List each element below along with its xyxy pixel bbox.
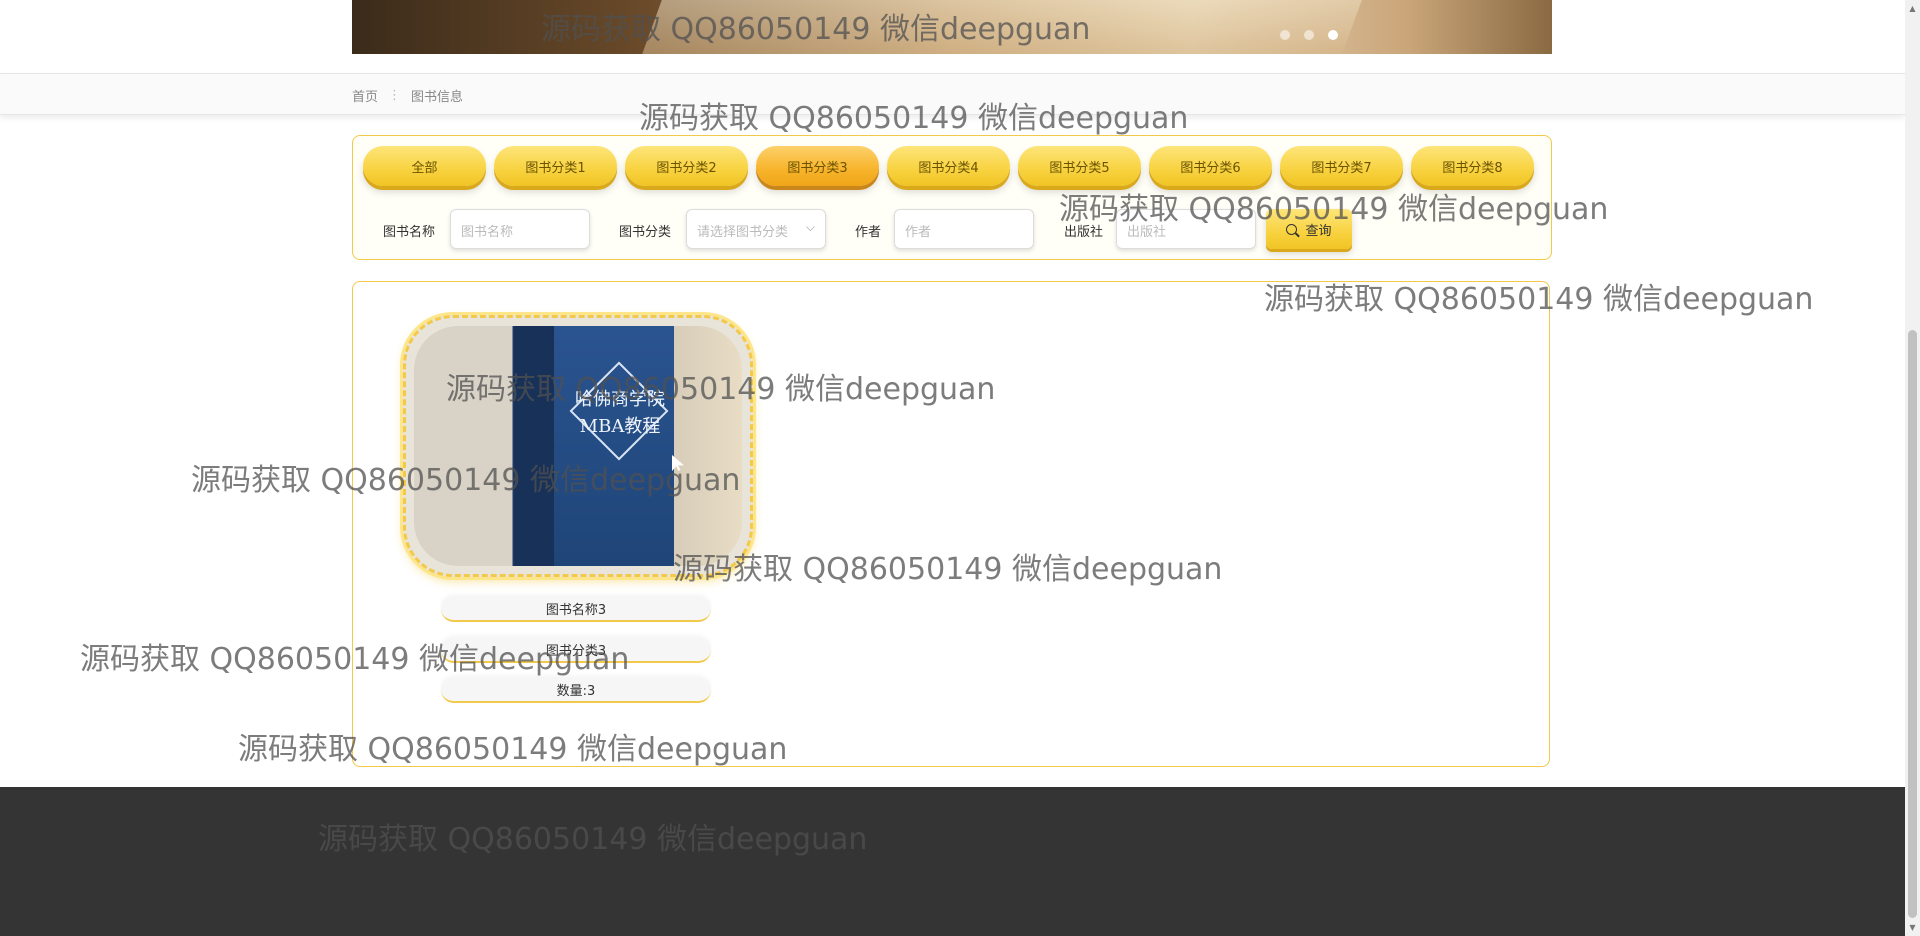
tab-category-8[interactable]: 图书分类8 bbox=[1411, 146, 1534, 186]
book-name[interactable]: 图书名称3 bbox=[441, 596, 711, 622]
book-cover[interactable]: 哈佛商学院 MBA教程 bbox=[403, 315, 753, 577]
breadcrumb-current: 图书信息 bbox=[411, 90, 464, 105]
tab-category-1[interactable]: 图书分类1 bbox=[494, 146, 617, 186]
carousel-dot[interactable] bbox=[1304, 30, 1314, 40]
carousel-dot[interactable] bbox=[1280, 30, 1290, 40]
book-cover-image: 哈佛商学院 MBA教程 bbox=[414, 326, 742, 566]
breadcrumb: 首页 ⋮ 图书信息 bbox=[352, 86, 463, 105]
scroll-down-arrow-icon[interactable]: ▼ bbox=[1905, 919, 1920, 936]
publisher-input[interactable]: 出版社 bbox=[1116, 209, 1256, 249]
tab-category-7[interactable]: 图书分类7 bbox=[1280, 146, 1403, 186]
author-label: 作者 bbox=[855, 225, 882, 240]
book-category: 图书分类3 bbox=[441, 637, 711, 663]
book-spine bbox=[514, 326, 554, 566]
page: 首页 ⋮ 图书信息 全部 图书分类1 图书分类2 图书分类3 图书分类4 图书分… bbox=[0, 0, 1905, 936]
book-quantity: 数量:3 bbox=[441, 677, 711, 703]
query-button[interactable]: 查询 bbox=[1266, 209, 1352, 249]
tab-all[interactable]: 全部 bbox=[363, 146, 486, 186]
search-icon bbox=[1286, 223, 1298, 235]
query-button-label: 查询 bbox=[1305, 223, 1332, 239]
breadcrumb-separator: ⋮ bbox=[388, 88, 402, 103]
tab-category-2[interactable]: 图书分类2 bbox=[625, 146, 748, 186]
footer bbox=[0, 787, 1905, 936]
scrollbar-thumb[interactable] bbox=[1908, 330, 1917, 918]
book-category-select[interactable]: 请选择图书分类 ⌵ bbox=[686, 209, 826, 249]
search-form: 图书名称 图书名称 图书分类 请选择图书分类 ⌵ 作者 作者 出版社 出版社 查… bbox=[353, 209, 1551, 251]
book-cover-title: 哈佛商学院 MBA教程 bbox=[575, 389, 665, 437]
tab-category-5[interactable]: 图书分类5 bbox=[1018, 146, 1141, 186]
banner-carousel[interactable] bbox=[352, 0, 1552, 54]
book-list-panel: 哈佛商学院 MBA教程 图书名称3 图书分类3 数量:3 bbox=[352, 281, 1550, 767]
breadcrumb-bar: 首页 ⋮ 图书信息 bbox=[0, 73, 1905, 115]
breadcrumb-home[interactable]: 首页 bbox=[352, 86, 378, 105]
publisher-label: 出版社 bbox=[1064, 225, 1104, 240]
book-name-label: 图书名称 bbox=[383, 225, 436, 240]
book-name-input[interactable]: 图书名称 bbox=[450, 209, 590, 249]
book-category-placeholder: 请选择图书分类 bbox=[697, 225, 789, 240]
vertical-scrollbar[interactable]: ▲ ▼ bbox=[1905, 0, 1920, 936]
carousel-indicators bbox=[1280, 30, 1338, 40]
author-input[interactable]: 作者 bbox=[894, 209, 1034, 249]
tab-category-6[interactable]: 图书分类6 bbox=[1149, 146, 1272, 186]
book-category-label: 图书分类 bbox=[619, 225, 672, 240]
tab-category-3[interactable]: 图书分类3 bbox=[756, 146, 879, 186]
tab-category-4[interactable]: 图书分类4 bbox=[887, 146, 1010, 186]
filter-panel: 全部 图书分类1 图书分类2 图书分类3 图书分类4 图书分类5 图书分类6 图… bbox=[352, 135, 1552, 260]
category-tabs: 全部 图书分类1 图书分类2 图书分类3 图书分类4 图书分类5 图书分类6 图… bbox=[363, 146, 1534, 186]
pointer-cursor-icon bbox=[672, 455, 684, 471]
scroll-up-arrow-icon[interactable]: ▲ bbox=[1905, 0, 1920, 17]
chevron-down-icon: ⌵ bbox=[805, 220, 815, 234]
banner-image bbox=[642, 0, 1362, 54]
carousel-dot-active[interactable] bbox=[1328, 30, 1338, 40]
